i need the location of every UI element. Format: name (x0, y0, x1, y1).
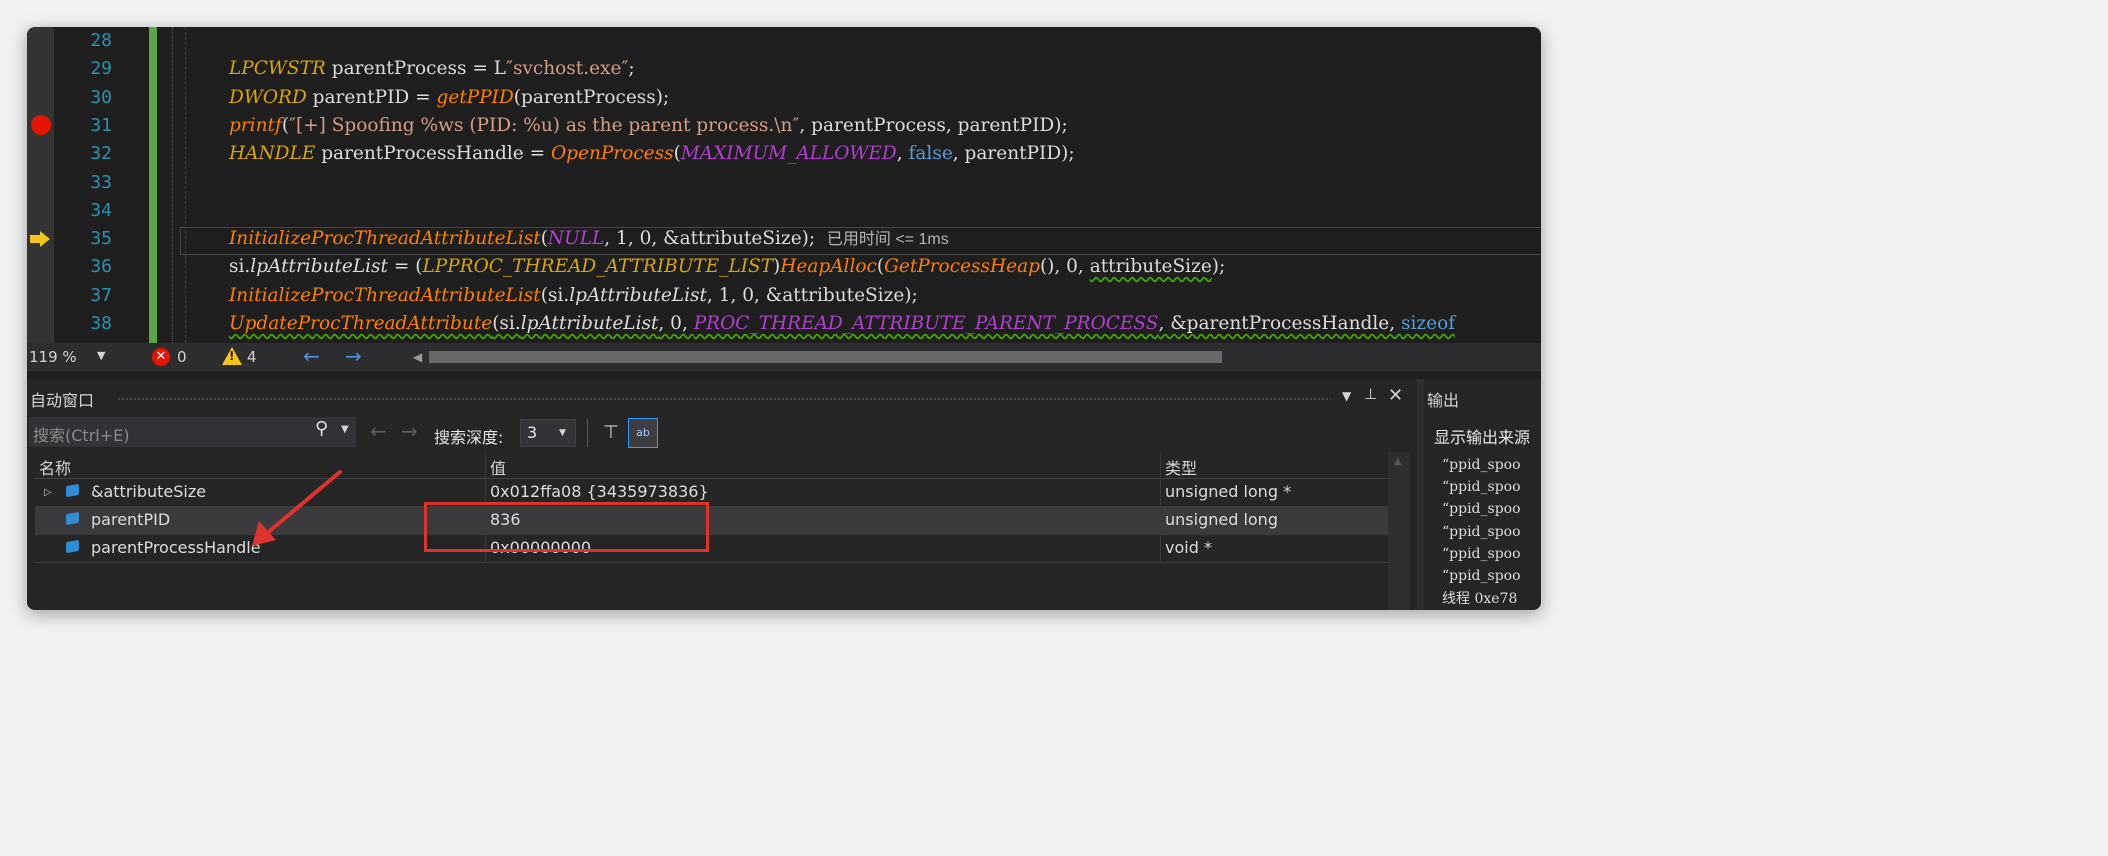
annotation-arrow (252, 470, 342, 546)
